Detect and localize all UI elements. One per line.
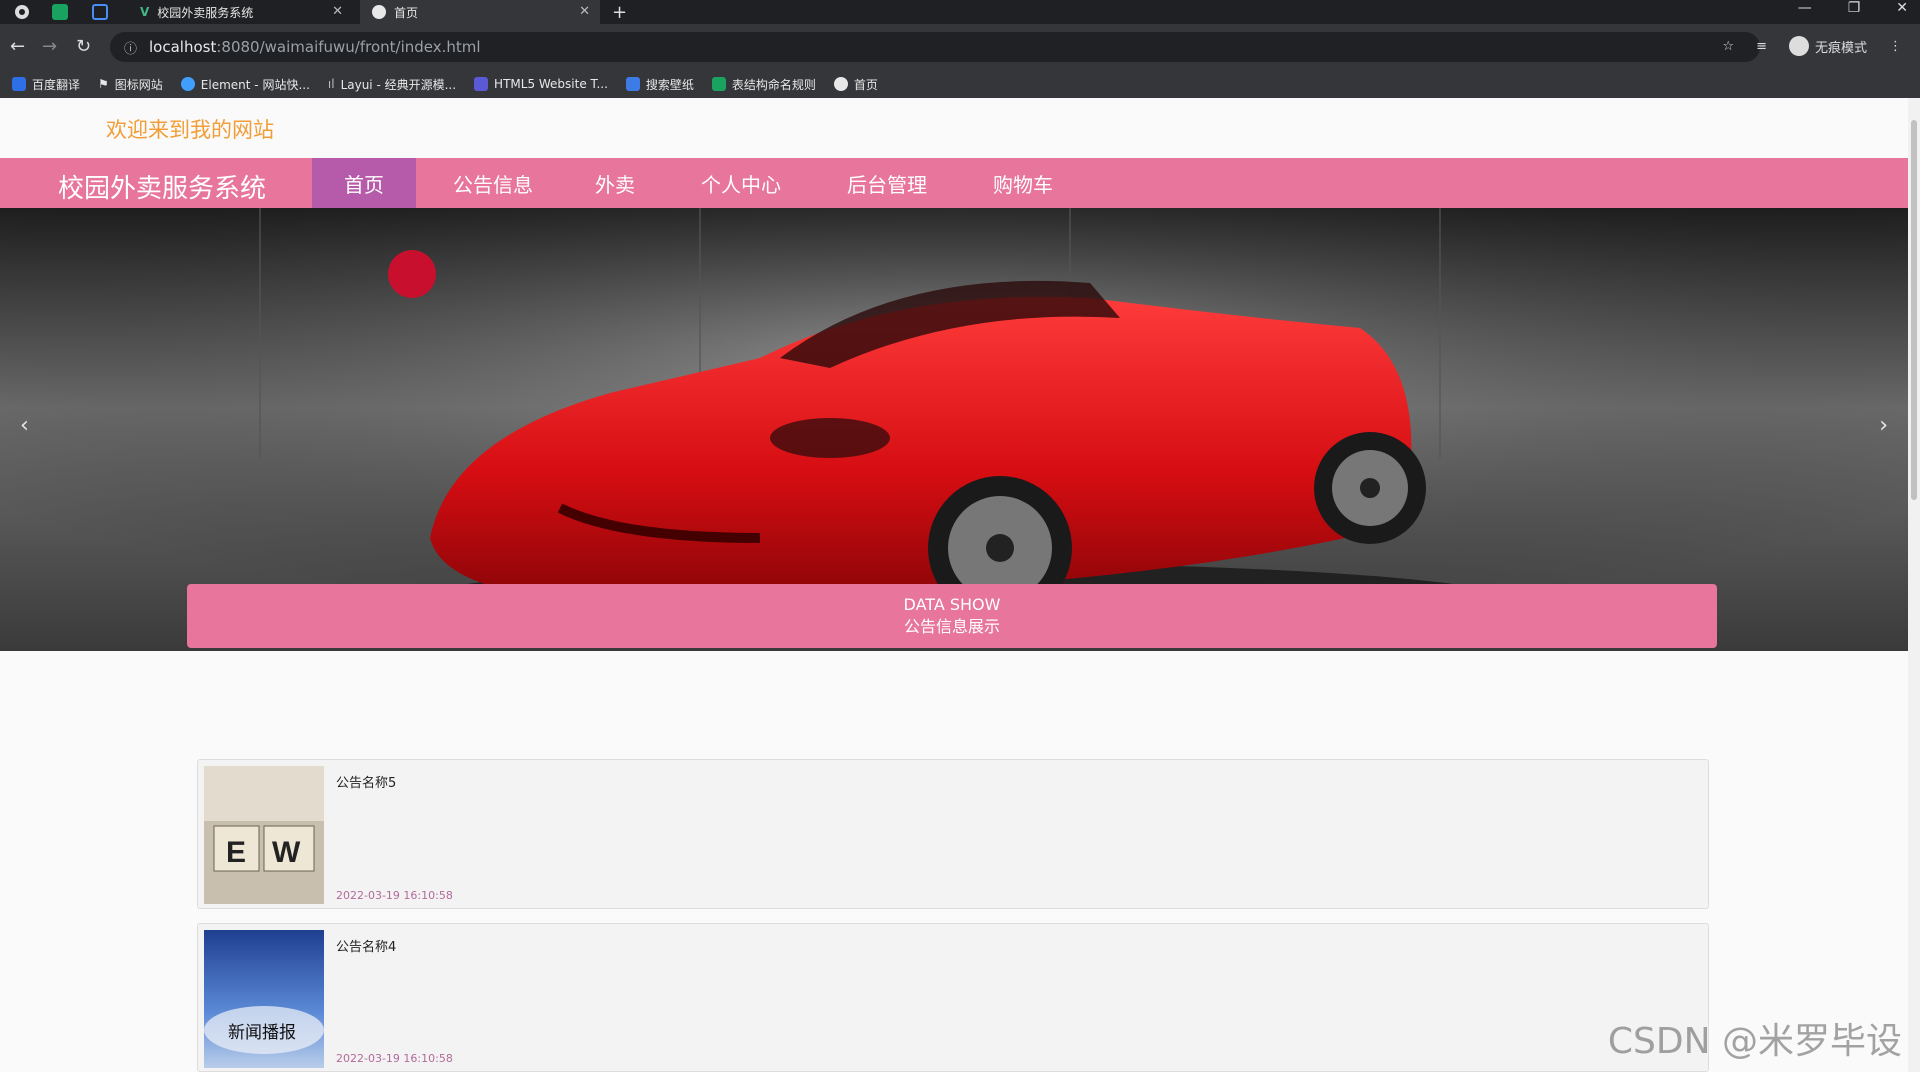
- info-icon[interactable]: ⓘ: [124, 38, 137, 57]
- nav-label: 购物车: [993, 172, 1053, 197]
- news-thumbnail: E W: [204, 766, 324, 904]
- bookmark-item[interactable]: 搜索壁纸: [625, 76, 694, 93]
- bookmark-item[interactable]: ⚑ 图标网站: [98, 76, 163, 93]
- welcome-text: 欢迎来到我的网站: [106, 118, 274, 142]
- tab-campus-system[interactable]: V 校园外卖服务系统 ✕: [128, 0, 353, 24]
- main-navbar: 校园外卖服务系统 首页 公告信息 外卖 个人中心 后台管理 购物车: [0, 158, 1908, 208]
- nav-home[interactable]: 首页: [312, 158, 416, 208]
- svg-text:新闻播报: 新闻播报: [228, 1023, 296, 1043]
- vue-icon: V: [140, 5, 150, 19]
- svg-text:W: W: [272, 836, 301, 869]
- bookmark-label: 首页: [853, 77, 878, 92]
- bookmark-item[interactable]: ıl Layui - 经典开源模...: [328, 76, 456, 93]
- globe-icon: [372, 5, 386, 19]
- bookmark-item[interactable]: 百度翻译: [12, 76, 80, 93]
- nav-label: 公告信息: [453, 172, 533, 197]
- nav-label: 首页: [344, 172, 384, 197]
- calendar-icon[interactable]: [92, 4, 108, 20]
- close-icon[interactable]: ✕: [332, 4, 343, 19]
- nav-label: 后台管理: [847, 172, 927, 197]
- nav-label: 外卖: [595, 172, 635, 197]
- watermark: CSDN @米罗毕设: [1607, 1021, 1902, 1062]
- restore-icon[interactable]: ❐: [1848, 0, 1861, 16]
- bookmark-item[interactable]: 首页: [833, 76, 878, 93]
- bookmark-item[interactable]: HTML5 Website T...: [474, 77, 608, 91]
- sheets-icon[interactable]: [52, 4, 68, 20]
- bookmark-label: 表结构命名规则: [731, 77, 816, 92]
- nav-admin[interactable]: 后台管理: [822, 158, 952, 208]
- news-item[interactable]: 新闻播报 公告名称4 2022-03-19 16:10:58: [197, 923, 1709, 1072]
- news-time: 2022-03-19 16:10:58: [336, 1052, 453, 1065]
- html5-icon: [474, 77, 489, 91]
- url-path: :8080/waimaifuwu/front/index.html: [216, 38, 481, 56]
- section-title-en: DATA SHOW: [903, 595, 1001, 614]
- bookmark-label: HTML5 Website T...: [494, 77, 608, 91]
- bookmark-item[interactable]: 表结构命名规则: [711, 76, 816, 93]
- site-brand[interactable]: 校园外卖服务系统: [58, 168, 266, 205]
- close-window-icon[interactable]: ✕: [1896, 0, 1908, 16]
- minimize-icon[interactable]: —: [1798, 0, 1812, 16]
- news-time: 2022-03-19 16:10:58: [336, 889, 453, 902]
- star-icon[interactable]: ☆: [1722, 39, 1734, 54]
- menu-icon[interactable]: ⋮: [1889, 39, 1902, 54]
- layui-icon: ıl: [327, 77, 335, 91]
- browser-tab-strip: V 校园外卖服务系统 ✕ 首页 ✕ + — ❐ ✕: [0, 0, 1920, 24]
- news-title[interactable]: 公告名称4: [336, 936, 396, 955]
- section-title-cn: 公告信息展示: [903, 617, 1000, 636]
- url-host: localhost: [149, 38, 217, 56]
- close-icon[interactable]: ✕: [579, 4, 590, 19]
- bookmark-label: 搜索壁纸: [645, 77, 694, 92]
- element-icon: [180, 77, 195, 91]
- wallpaper-icon: [625, 77, 640, 91]
- address-bar-row: ← → ↻ ⓘ localhost :8080/waimaifuwu/front…: [0, 24, 1920, 70]
- nav-label: 个人中心: [701, 172, 781, 197]
- chrome-icon[interactable]: [14, 4, 30, 20]
- cursor-highlight: [388, 250, 436, 298]
- translate-icon: [12, 77, 26, 91]
- url-field[interactable]: ⓘ localhost :8080/waimaifuwu/front/index…: [110, 32, 1760, 62]
- reading-list-icon[interactable]: ≡: [1756, 39, 1767, 54]
- reload-icon[interactable]: ↻: [76, 36, 91, 57]
- svg-text:E: E: [226, 836, 246, 869]
- bookmarks-bar: 百度翻译 ⚑ 图标网站 Element - 网站快... ıl Layui - 经典…: [0, 70, 1920, 99]
- bookmark-item[interactable]: Element - 网站快...: [180, 76, 310, 93]
- profile-label: 无痕模式: [1814, 40, 1867, 56]
- data-show-header: DATA SHOW 公告信息展示: [187, 584, 1717, 648]
- flag-icon: ⚑: [98, 77, 109, 91]
- forward-icon[interactable]: →: [42, 36, 57, 57]
- carousel-next-icon[interactable]: ›: [1879, 413, 1888, 438]
- nav-cart[interactable]: 购物车: [968, 158, 1078, 208]
- nav-takeout[interactable]: 外卖: [570, 158, 660, 208]
- incognito-icon: [1788, 36, 1809, 56]
- bookmark-label: 百度翻译: [32, 77, 81, 92]
- scrollbar-thumb[interactable]: [1911, 120, 1917, 500]
- nav-personal-center[interactable]: 个人中心: [676, 158, 806, 208]
- page-scrollbar[interactable]: [1908, 98, 1920, 1072]
- bookmark-label: Layui - 经典开源模...: [340, 77, 457, 92]
- tab-title: 首页: [394, 5, 419, 20]
- news-title[interactable]: 公告名称5: [336, 772, 396, 791]
- new-tab-button[interactable]: +: [612, 2, 627, 23]
- globe-icon: [833, 77, 848, 91]
- tab-title: 校园外卖服务系统: [157, 5, 254, 20]
- nav-announcements[interactable]: 公告信息: [434, 158, 552, 208]
- bookmark-label: 图标网站: [114, 77, 163, 92]
- carousel-prev-icon[interactable]: ‹: [20, 413, 29, 438]
- back-icon[interactable]: ←: [10, 36, 25, 57]
- window-controls: — ❐ ✕: [1798, 0, 1908, 16]
- profile-chip[interactable]: 无痕模式: [1788, 36, 1867, 56]
- tab-home[interactable]: 首页 ✕: [360, 0, 600, 24]
- news-thumbnail: 新闻播报: [204, 930, 324, 1068]
- news-item[interactable]: E W 公告名称5 2022-03-19 16:10:58: [197, 759, 1709, 909]
- sheet-icon: [711, 77, 726, 91]
- bookmark-label: Element - 网站快...: [200, 77, 310, 92]
- address-actions: ☆ ≡ 无痕模式 ⋮: [1722, 36, 1902, 56]
